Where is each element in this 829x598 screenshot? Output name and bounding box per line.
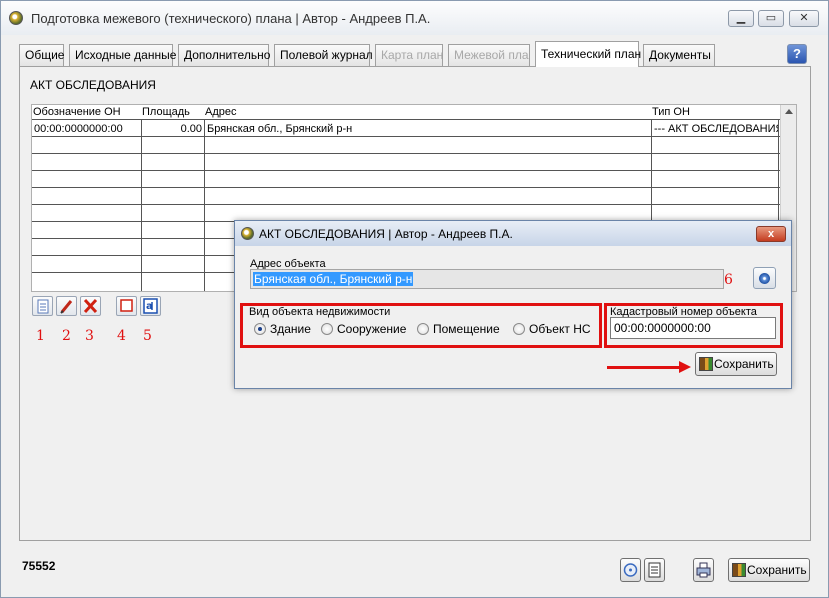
report-icon: a bbox=[143, 298, 158, 314]
radio-icon bbox=[321, 323, 333, 335]
address-picker-button[interactable] bbox=[753, 267, 776, 289]
dialog-save-label: Сохранить bbox=[714, 357, 774, 371]
tab-additional[interactable]: Дополнительно bbox=[178, 44, 270, 66]
save-button-label: Сохранить bbox=[747, 563, 807, 577]
square-icon bbox=[120, 299, 133, 312]
tab-boundary-plan[interactable]: Межевой план bbox=[448, 44, 530, 66]
radio-selected-icon bbox=[254, 323, 266, 335]
table-header: Обозначение ОН Площадь Адрес Тип ОН bbox=[32, 105, 780, 120]
help-button[interactable]: ? bbox=[787, 44, 807, 64]
column-header-type[interactable]: Тип ОН bbox=[652, 106, 690, 118]
column-divider bbox=[204, 120, 205, 291]
window-title: Подготовка межевого (технического) плана… bbox=[31, 11, 431, 26]
dialog-close-button[interactable]: x bbox=[756, 226, 786, 242]
radio-label: Помещение bbox=[433, 322, 500, 336]
section-title: АКТ ОБСЛЕДОВАНИЯ bbox=[30, 78, 156, 92]
document-button[interactable] bbox=[644, 558, 665, 582]
tab-documents[interactable]: Документы bbox=[643, 44, 715, 66]
row-divider bbox=[32, 204, 780, 205]
radio-label: Здание bbox=[270, 322, 311, 336]
disk-icon bbox=[623, 563, 638, 577]
column-divider bbox=[141, 120, 142, 291]
delete-icon bbox=[83, 298, 98, 314]
row-divider bbox=[32, 170, 780, 171]
dialog-titlebar: АКТ ОБСЛЕДОВАНИЯ | Автор - Андреев П.А. … bbox=[235, 221, 791, 246]
annotation-4: 4 bbox=[117, 328, 126, 344]
row-divider bbox=[32, 187, 780, 188]
edit-record-button[interactable] bbox=[56, 296, 77, 316]
radio-structure[interactable]: Сооружение bbox=[321, 322, 406, 336]
disk-icon bbox=[759, 273, 770, 284]
radio-label: Объект НС bbox=[529, 322, 591, 336]
cell-type: --- АКТ ОБСЛЕДОВАНИЯ --- bbox=[654, 123, 778, 135]
app-icon bbox=[9, 11, 23, 25]
address-value: Брянская обл., Брянский р-н bbox=[253, 272, 414, 286]
select-button[interactable] bbox=[116, 296, 137, 316]
column-header-area[interactable]: Площадь bbox=[142, 106, 190, 118]
dialog-save-button[interactable]: Сохранить bbox=[695, 352, 777, 376]
annotation-3: 3 bbox=[85, 328, 94, 344]
radio-icon bbox=[417, 323, 429, 335]
print-button[interactable] bbox=[693, 558, 714, 582]
tab-map-plan[interactable]: Карта план bbox=[375, 44, 443, 66]
pencil-icon bbox=[60, 300, 73, 314]
radio-unfinished-object[interactable]: Объект НС bbox=[513, 322, 591, 336]
annotation-arrow-head bbox=[679, 361, 691, 373]
tab-technical-plan[interactable]: Технический план bbox=[535, 41, 641, 67]
annotation-1: 1 bbox=[36, 328, 45, 344]
property-type-label: Вид объекта недвижимости bbox=[249, 306, 391, 318]
annotation-arrow bbox=[607, 366, 681, 369]
tab-field-journal[interactable]: Полевой журнал bbox=[274, 44, 373, 66]
radio-premises[interactable]: Помещение bbox=[417, 322, 500, 336]
document-icon bbox=[648, 562, 661, 578]
cell-area: 0.00 bbox=[180, 123, 202, 135]
cell-id: 00:00:0000000:00 bbox=[34, 123, 123, 135]
status-code: 75552 bbox=[22, 559, 56, 573]
annotation-6: 6 bbox=[724, 272, 733, 288]
report-button[interactable]: a bbox=[140, 296, 161, 316]
radio-icon bbox=[513, 323, 525, 335]
dialog-title: АКТ ОБСЛЕДОВАНИЯ | Автор - Андреев П.А. bbox=[259, 227, 513, 241]
scroll-up-icon[interactable] bbox=[785, 109, 793, 114]
radio-building[interactable]: Здание bbox=[254, 322, 311, 336]
radio-label: Сооружение bbox=[337, 322, 407, 336]
delete-record-button[interactable] bbox=[80, 296, 101, 316]
save-icon bbox=[699, 357, 713, 371]
cell-address: Брянская обл., Брянский р-н bbox=[207, 123, 353, 135]
annotation-5: 5 bbox=[143, 328, 152, 344]
annotation-2: 2 bbox=[62, 328, 71, 344]
save-button[interactable]: Сохранить bbox=[728, 558, 810, 582]
row-divider bbox=[32, 153, 780, 154]
tab-general[interactable]: Общие bbox=[19, 44, 64, 66]
window-titlebar: Подготовка межевого (технического) плана… bbox=[1, 1, 828, 35]
inspection-act-dialog: АКТ ОБСЛЕДОВАНИЯ | Автор - Андреев П.А. … bbox=[234, 220, 792, 389]
printer-icon bbox=[696, 562, 711, 578]
save-icon bbox=[732, 563, 746, 577]
tab-source-data[interactable]: Исходные данные bbox=[69, 44, 176, 66]
maximize-button[interactable]: ▭ bbox=[758, 10, 784, 27]
address-field[interactable]: Брянская обл., Брянский р-н bbox=[250, 269, 724, 289]
row-divider bbox=[32, 136, 780, 137]
disk-button[interactable] bbox=[620, 558, 641, 582]
close-button[interactable]: ✕ bbox=[789, 10, 819, 27]
app-icon bbox=[241, 227, 254, 240]
document-icon bbox=[37, 299, 49, 314]
cadastral-number-field[interactable]: 00:00:0000000:00 bbox=[610, 317, 776, 339]
minimize-button[interactable]: ▁ bbox=[728, 10, 754, 27]
add-record-button[interactable] bbox=[32, 296, 53, 316]
column-header-id[interactable]: Обозначение ОН bbox=[33, 106, 121, 118]
column-header-address[interactable]: Адрес bbox=[205, 106, 237, 118]
